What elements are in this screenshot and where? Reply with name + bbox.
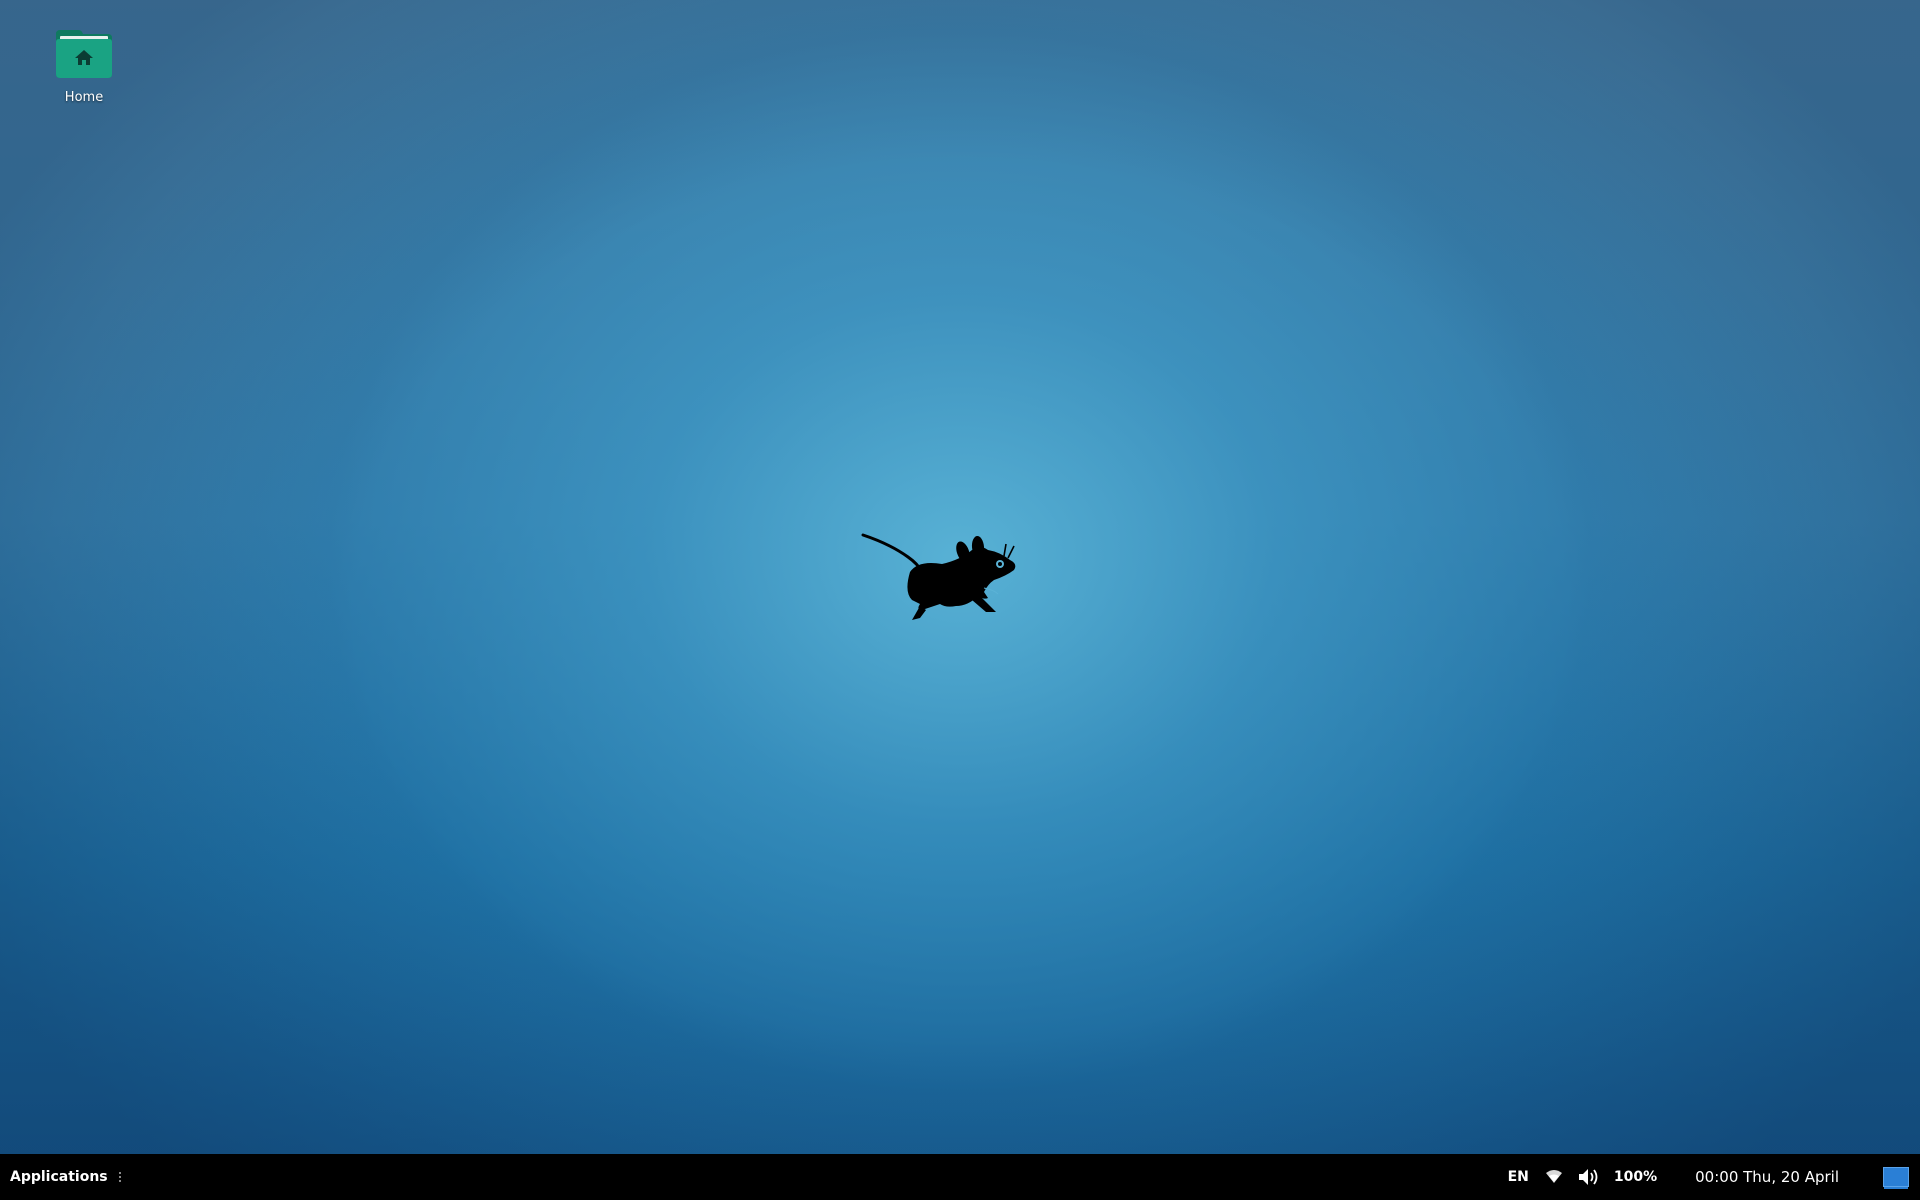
keyboard-layout-indicator[interactable]: EN: [1508, 1169, 1529, 1185]
desktop[interactable]: Home: [0, 0, 1920, 1154]
panel-handle[interactable]: [118, 1172, 121, 1182]
show-desktop-icon[interactable]: [1883, 1167, 1909, 1189]
desktop-icon-home[interactable]: Home: [38, 28, 130, 105]
clock[interactable]: 00:00 Thu, 20 April: [1695, 1168, 1839, 1186]
speaker-icon[interactable]: [1578, 1168, 1600, 1186]
battery-indicator[interactable]: 100%: [1614, 1169, 1657, 1185]
desktop-icon-label: Home: [64, 90, 104, 105]
wifi-icon[interactable]: [1545, 1170, 1562, 1184]
bottom-panel: Applications EN 100% 00:00 Thu, 20 April: [0, 1154, 1920, 1200]
xfce-mouse-logo: [861, 533, 1016, 620]
applications-menu-button[interactable]: Applications: [10, 1169, 108, 1185]
home-folder-icon: [56, 30, 112, 78]
